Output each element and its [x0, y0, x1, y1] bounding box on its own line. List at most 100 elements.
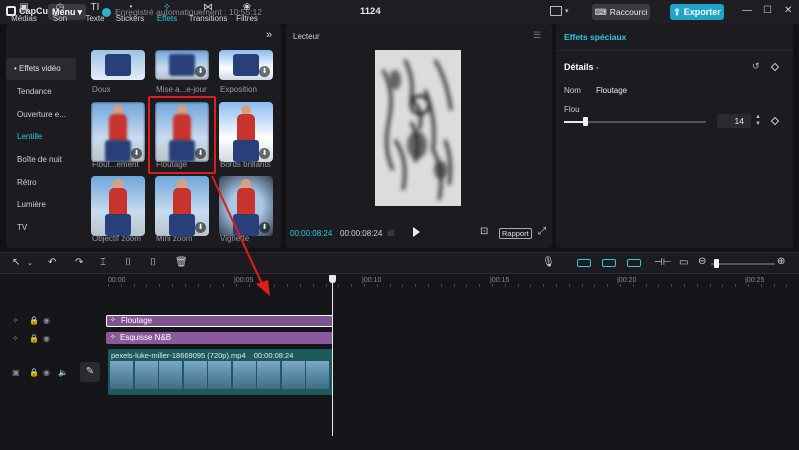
- more-tabs-icon[interactable]: »: [266, 29, 272, 41]
- tab-filtres[interactable]: ❀ Filtres: [229, 2, 265, 26]
- lock-icon[interactable]: 🔒: [29, 316, 39, 325]
- category-ouverture[interactable]: Ouverture e...: [0, 104, 78, 126]
- download-icon[interactable]: ⬇: [195, 222, 206, 233]
- layout-chevron-icon[interactable]: ▾: [565, 7, 569, 15]
- effect-clip-floutage[interactable]: Floutage: [106, 315, 333, 327]
- effect-track-icon: ✧: [12, 316, 19, 325]
- effect-thumb-exposition[interactable]: ⬇: [219, 50, 273, 80]
- mute-icon[interactable]: 🔈: [58, 368, 68, 377]
- ruler-tick: [709, 284, 711, 287]
- category-lumiere[interactable]: Lumière: [0, 194, 78, 216]
- shortcuts-button[interactable]: ⌨ Raccourci: [592, 4, 650, 20]
- tab-son[interactable]: ◷ Son: [42, 2, 78, 26]
- audio-icon: ◷: [55, 2, 65, 13]
- play-icon[interactable]: [413, 227, 420, 237]
- category-tendance[interactable]: Tendance: [0, 81, 78, 103]
- ruler-tick: [632, 284, 634, 287]
- blur-slider-handle[interactable]: [583, 117, 588, 126]
- delete-icon[interactable]: 🗑: [175, 257, 188, 268]
- ruler-tick: [172, 284, 173, 287]
- download-icon[interactable]: ⬇: [259, 66, 270, 77]
- tab-medias[interactable]: ▣ Médias: [6, 2, 42, 26]
- category-lentille[interactable]: Lentille: [0, 126, 78, 148]
- effects-icon: ✧: [162, 2, 172, 13]
- effect-clip-esquisse[interactable]: Esquisse N&B: [106, 332, 333, 344]
- ruler-tick: [556, 284, 557, 287]
- playhead[interactable]: [332, 278, 333, 436]
- stepper-icon[interactable]: ▲ ▼: [755, 114, 761, 128]
- redo-icon[interactable]: ↷: [75, 257, 83, 268]
- video-preview: [375, 50, 461, 206]
- zoom-slider-track[interactable]: [711, 263, 775, 265]
- timeline-grid-icon[interactable]: ▤: [387, 228, 395, 237]
- zoom-slider-handle[interactable]: [714, 259, 719, 268]
- zoom-in-icon[interactable]: ⊕: [777, 256, 785, 267]
- player-title: Lecteur: [293, 32, 320, 41]
- tab-stickers[interactable]: ◔ Stickers: [112, 2, 148, 26]
- zoom-out-icon[interactable]: ⊖: [698, 256, 706, 267]
- link-icon[interactable]: [602, 259, 616, 267]
- export-button[interactable]: ⇪ Exporter: [670, 4, 724, 20]
- visibility-icon[interactable]: ◉: [43, 368, 50, 377]
- effect-thumb-bords-brillants[interactable]: ⬇: [219, 102, 273, 162]
- close-icon[interactable]: ✕: [784, 5, 792, 16]
- split-icon[interactable]: ⌶: [100, 257, 106, 268]
- ruler-tick: [287, 284, 289, 287]
- effect-label: Flout...ement: [92, 160, 139, 169]
- maximize-icon[interactable]: ☐: [763, 5, 772, 16]
- magnet-icon[interactable]: [577, 259, 591, 267]
- effect-thumb-doux[interactable]: [91, 50, 145, 80]
- download-icon[interactable]: ⬇: [195, 66, 206, 77]
- effect-thumb-vignette[interactable]: ⬇: [219, 176, 273, 236]
- download-icon[interactable]: ⬇: [259, 222, 270, 233]
- download-icon[interactable]: ⬇: [259, 148, 270, 159]
- ruler-label: 00:00: [108, 277, 126, 284]
- collapse-icon[interactable]: -: [596, 63, 599, 72]
- microphone-icon[interactable]: 🎙: [542, 257, 555, 268]
- ruler-tick: [479, 284, 481, 287]
- video-frame: [257, 361, 281, 389]
- selected-effect-highlight: [148, 96, 216, 174]
- ruler-tick: [223, 284, 225, 287]
- effect-thumb-objectif-zoom[interactable]: [91, 176, 145, 236]
- visibility-icon[interactable]: ◉: [43, 316, 50, 325]
- effect-label: Exposition: [220, 85, 257, 94]
- category-effets-video[interactable]: • Effets vidéo: [6, 58, 76, 80]
- trim-left-icon[interactable]: ⌷: [125, 257, 131, 268]
- category-boite-de-nuit[interactable]: Boîte de nuit: [0, 149, 78, 171]
- visibility-icon[interactable]: ◉: [43, 334, 50, 343]
- category-tv[interactable]: TV: [0, 217, 78, 239]
- tab-texte[interactable]: TI Texte: [77, 2, 113, 26]
- playhead-handle[interactable]: [329, 275, 336, 283]
- tab-transitions[interactable]: ⋈ Transitions: [186, 2, 230, 26]
- undo-icon[interactable]: ↶: [48, 257, 56, 268]
- fullscreen-icon[interactable]: ⤢: [538, 226, 546, 237]
- trim-right-icon[interactable]: ⌷: [150, 257, 156, 268]
- download-icon[interactable]: ⬇: [131, 148, 142, 159]
- select-chevron-icon[interactable]: ⌄: [27, 259, 33, 267]
- effect-thumb-flou-mouvement[interactable]: ⬇: [91, 102, 145, 162]
- category-retro[interactable]: Rétro: [0, 172, 78, 194]
- filter-icon: ❀: [242, 2, 252, 13]
- preview-axis-icon[interactable]: [627, 259, 641, 267]
- lock-icon[interactable]: 🔒: [29, 334, 39, 343]
- ruler-tick: [773, 284, 775, 287]
- blur-value-input[interactable]: 14: [717, 114, 751, 128]
- tab-effets[interactable]: ✧ Effets: [149, 2, 185, 26]
- ruler-tick: [325, 284, 327, 287]
- edit-cover-button[interactable]: ✎: [80, 362, 100, 382]
- effect-thumb-mini-zoom[interactable]: ⬇: [155, 176, 209, 236]
- lock-icon[interactable]: 🔒: [29, 368, 39, 377]
- aspect-ratio-button[interactable]: Rapport: [499, 228, 532, 239]
- layout-icon[interactable]: [550, 6, 562, 16]
- split-audio-icon[interactable]: ⊣⊢: [654, 257, 671, 268]
- reset-icon[interactable]: ↺: [752, 61, 760, 72]
- ruler-tick: [594, 284, 596, 287]
- caption-icon[interactable]: ▭: [679, 257, 688, 268]
- select-tool-icon[interactable]: ↖: [12, 257, 20, 268]
- effect-label: Doux: [92, 85, 111, 94]
- effect-thumb-mise-a-jour[interactable]: ⬇: [155, 50, 209, 80]
- player-menu-icon[interactable]: ☰: [533, 30, 541, 41]
- minimize-icon[interactable]: —: [742, 5, 752, 16]
- fit-screen-icon[interactable]: ⊡: [480, 226, 488, 237]
